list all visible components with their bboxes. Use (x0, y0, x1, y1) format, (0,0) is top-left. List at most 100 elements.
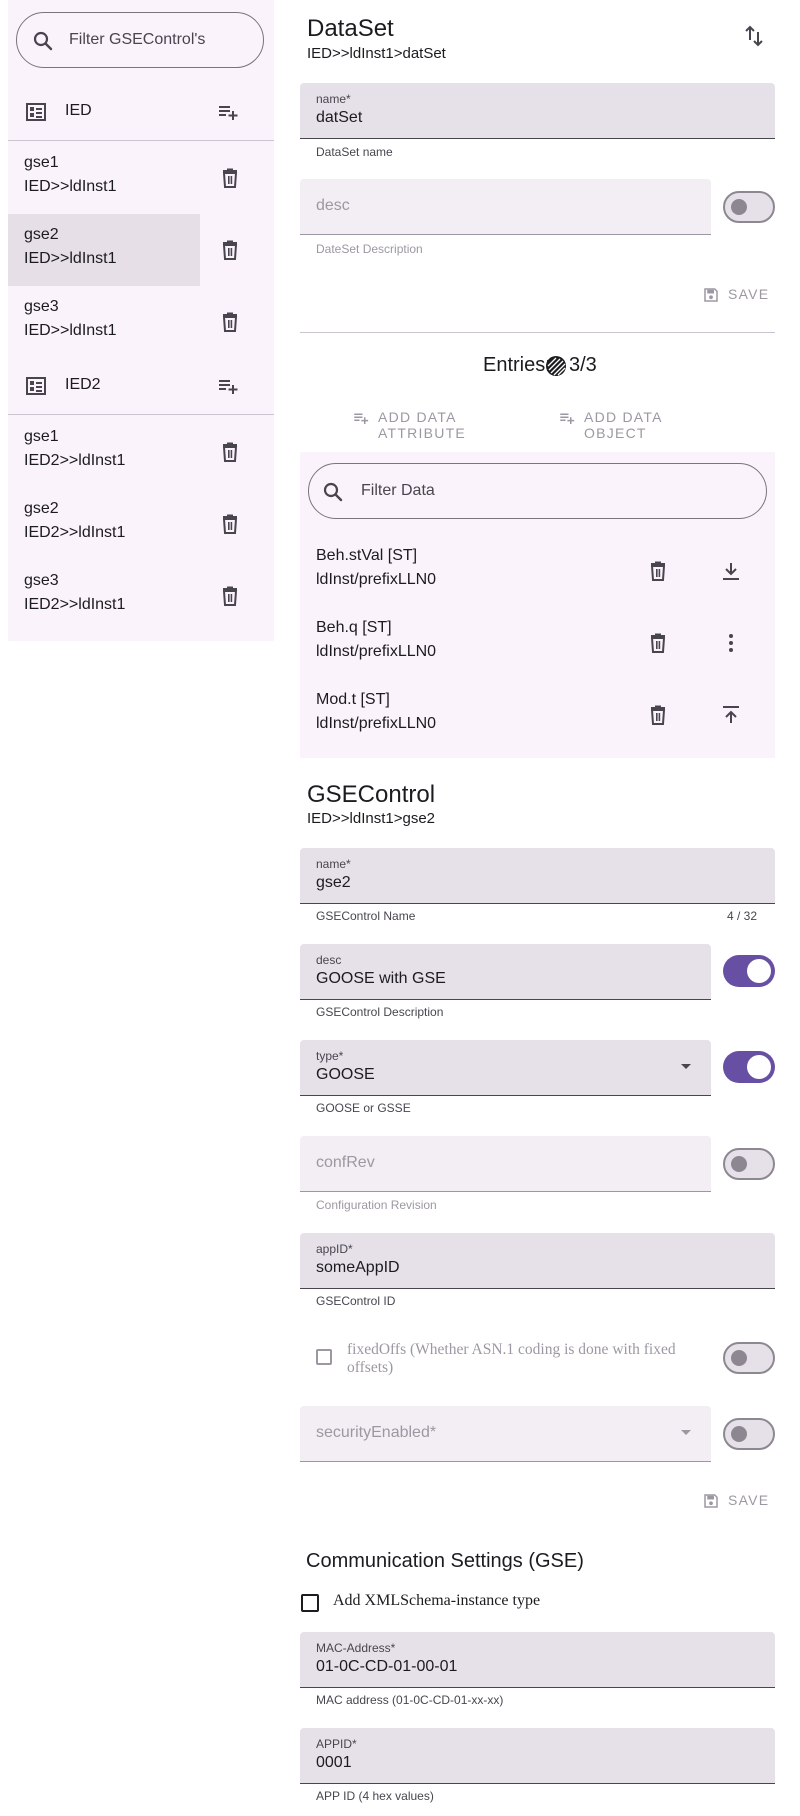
dataset-entry[interactable]: Mod.t [ST] ldInst/prefixLLN0 (300, 679, 640, 751)
field-label: type* (316, 1049, 344, 1063)
gsecontrol-confrev-field[interactable]: confRev (300, 1136, 711, 1192)
gse-item-ied-gse2[interactable]: gse2 IED>>ldInst1 (8, 214, 200, 286)
appid-hex-field[interactable]: APPID* 0001 (300, 1728, 775, 1784)
button-label: SAVE (728, 286, 770, 302)
gse-item-ied2-gse1[interactable]: gse1 IED2>>ldInst1 (8, 416, 200, 488)
gsecontrol-name-field[interactable]: name* gse2 (300, 848, 775, 904)
swap-vert-icon[interactable] (742, 24, 766, 48)
field-value: GOOSE (316, 1066, 375, 1083)
ied-icon (24, 374, 48, 398)
fixedoffs-label: fixedOffs (Whether ASN.1 coding is done … (347, 1341, 676, 1376)
gse-path: IED2>>ldInst1 (24, 596, 126, 613)
entry-name: Beh.q [ST] (316, 619, 392, 636)
move-to-bottom-icon[interactable] (719, 559, 743, 583)
gsecontrol-type-helper: GOOSE or GSSE (316, 1101, 411, 1115)
delete-icon[interactable] (646, 559, 670, 583)
delete-icon[interactable] (218, 166, 242, 190)
char-counter: 4 / 32 (727, 909, 758, 923)
gse-path: IED2>>ldInst1 (24, 524, 126, 541)
add-data-attribute-button[interactable]: ADD DATA ATTRIBUTE (352, 408, 546, 441)
gsecontrol-desc-field[interactable]: desc GOOSE with GSE (300, 944, 711, 1000)
filter-placeholder: Filter GSEControl's (69, 31, 206, 48)
add-data-object-button[interactable]: ADD DATA OBJECT (558, 408, 728, 441)
gsecontrol-appid-helper: GSEControl ID (316, 1294, 396, 1308)
dataset-entry[interactable]: Beh.stVal [ST] ldInst/prefixLLN0 (300, 535, 640, 607)
delete-icon[interactable] (218, 512, 242, 536)
field-value: gse2 (316, 874, 351, 891)
security-enabled-toggle[interactable] (723, 1418, 775, 1450)
filter-data-input[interactable]: Filter Data (308, 463, 767, 519)
search-icon (31, 29, 55, 53)
communication-title: Communication Settings (GSE) (306, 1550, 584, 1572)
ied-icon (24, 100, 48, 124)
divider (300, 332, 775, 333)
gsecontrol-desc-helper: GSEControl Description (316, 1005, 444, 1019)
add-gsecontrol-icon[interactable] (216, 100, 240, 124)
delete-icon[interactable] (218, 584, 242, 608)
delete-icon[interactable] (218, 310, 242, 334)
entries-count: Entries: (483, 354, 551, 377)
more-vert-icon[interactable] (719, 631, 743, 655)
gsecontrol-confrev-toggle[interactable] (723, 1148, 775, 1180)
fixedoffs-toggle[interactable] (723, 1342, 775, 1374)
fixedoffs-checkbox[interactable] (316, 1349, 332, 1365)
field-label: name* (316, 857, 351, 871)
ied-name: IED2 (65, 376, 101, 393)
dataset-name-field[interactable]: name* datSet (300, 83, 775, 139)
gse-item-ied2-gse3[interactable]: gse3 IED2>>ldInst1 (8, 560, 200, 632)
dataset-title: DataSet (307, 15, 394, 42)
entry-path: ldInst/prefixLLN0 (316, 715, 437, 732)
gsecontrol-type-toggle[interactable] (723, 1051, 775, 1083)
save-icon (702, 286, 720, 304)
field-label: name* (316, 92, 351, 106)
field-label: MAC-Address* (316, 1641, 396, 1655)
gse-name: gse3 (24, 298, 59, 315)
divider (8, 414, 274, 415)
delete-icon[interactable] (646, 631, 670, 655)
field-label: desc (316, 953, 342, 967)
gse-name: gse3 (24, 572, 59, 589)
field-value: datSet (316, 109, 363, 126)
xml-schema-checkbox[interactable] (301, 1594, 319, 1612)
gse-item-ied-gse3[interactable]: gse3 IED>>ldInst1 (8, 286, 200, 358)
ied-header-ied2: IED2 (8, 360, 274, 412)
appid-hex-helper: APP ID (4 hex values) (316, 1789, 434, 1803)
gsecontrol-desc-toggle[interactable] (723, 955, 775, 987)
gse-name: gse2 (24, 226, 59, 243)
gse-item-ied2-gse2[interactable]: gse2 IED2>>ldInst1 (8, 488, 200, 560)
gse-path: IED>>ldInst1 (24, 178, 117, 195)
security-enabled-select[interactable]: securityEnabled* (300, 1406, 711, 1462)
entry-path: ldInst/prefixLLN0 (316, 643, 437, 660)
entries-count-value: 3/3 (569, 354, 597, 376)
gsecontrol-type-select[interactable]: type* GOOSE (300, 1040, 711, 1096)
dataset-desc-field[interactable]: desc (300, 179, 711, 235)
button-label: ADD DATA ATTRIBUTE (378, 409, 466, 441)
playlist-add-icon (352, 409, 370, 427)
delete-icon[interactable] (218, 440, 242, 464)
ied-header-ied: IED (8, 86, 274, 138)
field-value: 0001 (316, 1754, 352, 1771)
gse-item-ied-gse1[interactable]: gse1 IED>>ldInst1 (8, 142, 200, 214)
dataset-desc-toggle[interactable] (723, 191, 775, 223)
gsecontrol-confrev-helper: Configuration Revision (316, 1198, 437, 1212)
delete-icon[interactable] (646, 703, 670, 727)
gsecontrol-path: IED>>ldInst1>gse2 (307, 810, 436, 827)
gse-path: IED>>ldInst1 (24, 322, 117, 339)
search-icon (321, 480, 345, 504)
playlist-add-icon (558, 409, 576, 427)
field-value: GOOSE with GSE (316, 970, 446, 987)
move-to-top-icon[interactable] (719, 703, 743, 727)
mac-address-field[interactable]: MAC-Address* 01-0C-CD-01-00-01 (300, 1632, 775, 1688)
field-label: appID* (316, 1242, 353, 1256)
gsecontrol-name-helper: GSEControl Name (316, 909, 416, 923)
dataset-name-helper: DataSet name (316, 145, 393, 159)
dataset-entry[interactable]: Beh.q [ST] ldInst/prefixLLN0 (300, 607, 640, 679)
gsecontrol-filter-input[interactable]: Filter GSEControl's (16, 12, 264, 68)
ied-name: IED (65, 102, 92, 119)
delete-icon[interactable] (218, 238, 242, 262)
gse-name: gse1 (24, 154, 59, 171)
filter-placeholder: Filter Data (361, 482, 435, 499)
field-value: 01-0C-CD-01-00-01 (316, 1658, 458, 1675)
gsecontrol-appid-field[interactable]: appID* someAppID (300, 1233, 775, 1289)
add-gsecontrol-icon[interactable] (216, 374, 240, 398)
